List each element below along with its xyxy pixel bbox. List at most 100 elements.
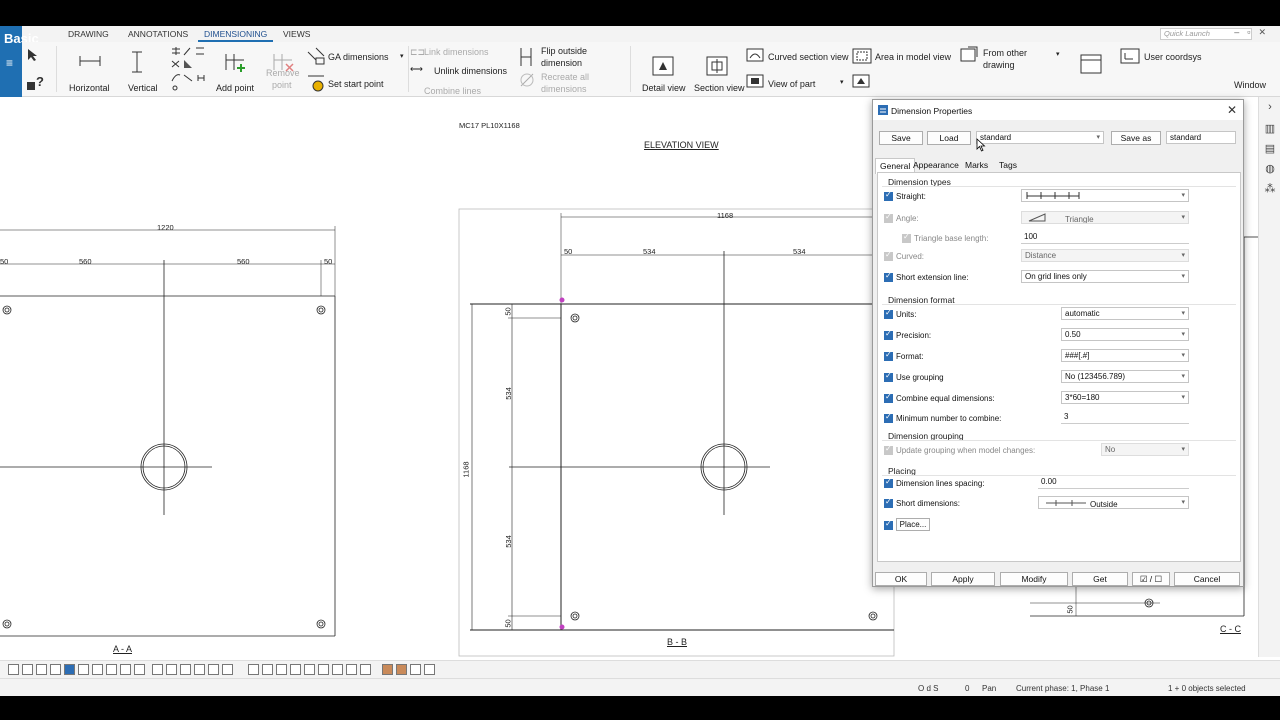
- snap-tool-icon[interactable]: [208, 664, 219, 675]
- ok-button[interactable]: OK: [875, 572, 927, 586]
- vertical-dimension-icon[interactable]: [130, 50, 144, 74]
- update-grouping-checkbox[interactable]: [884, 444, 893, 455]
- add-point-button[interactable]: Add point: [216, 83, 254, 93]
- tab-drawing[interactable]: DRAWING: [68, 29, 109, 39]
- unlink-dimensions-icon[interactable]: ⟷: [410, 64, 423, 75]
- short-dimensions-select[interactable]: Outside ▾: [1038, 496, 1189, 509]
- rectangle-tool-icon[interactable]: [78, 664, 89, 675]
- view-cc-label[interactable]: C - C: [1220, 624, 1241, 634]
- pan-tool-icon[interactable]: [194, 664, 205, 675]
- help-icon[interactable]: ?: [26, 74, 46, 92]
- triangle-base-checkbox[interactable]: [902, 232, 911, 243]
- aa-dim-b[interactable]: 560: [237, 257, 250, 266]
- section-view-icon[interactable]: [706, 56, 728, 76]
- detail-view-icon[interactable]: [652, 56, 674, 76]
- unlink-dimensions-button[interactable]: Unlink dimensions: [434, 66, 507, 76]
- modify-button[interactable]: Modify: [1000, 572, 1068, 586]
- building-icon[interactable]: ▥: [1264, 123, 1276, 135]
- bb-vert-b-dim[interactable]: 534: [504, 535, 513, 548]
- tab-dimensioning[interactable]: DIMENSIONING: [197, 29, 274, 42]
- snap-box-icon[interactable]: [248, 664, 259, 675]
- set-start-point-icon[interactable]: [306, 72, 326, 92]
- place-checkbox[interactable]: [884, 519, 893, 530]
- line-tool-icon[interactable]: [22, 664, 33, 675]
- flip-outside-label-2[interactable]: dimension: [541, 58, 582, 68]
- ga-dimensions-button[interactable]: GA dimensions: [328, 52, 389, 62]
- grid-tool-icon[interactable]: [152, 664, 163, 675]
- user-coordsys-icon[interactable]: [1120, 48, 1140, 64]
- aa-overall-dim[interactable]: 1220: [157, 223, 174, 232]
- curved-checkbox[interactable]: [884, 250, 893, 261]
- min-combine-checkbox[interactable]: [884, 412, 893, 423]
- curved-section-view-icon[interactable]: [746, 48, 764, 62]
- app-brand[interactable]: Basic ≡: [0, 26, 39, 97]
- vertical-button[interactable]: Vertical: [128, 83, 158, 93]
- straight-checkbox[interactable]: [884, 190, 893, 201]
- window-button[interactable]: Window: [1234, 80, 1266, 90]
- load-button[interactable]: Load: [927, 131, 971, 145]
- combine-equal-select[interactable]: 3*60=180 ▾: [1061, 391, 1189, 404]
- dialog-titlebar[interactable]: Dimension Properties ✕: [873, 100, 1243, 120]
- format-select[interactable]: ###[.#] ▾: [1061, 349, 1189, 362]
- bb-vert-total-dim[interactable]: 1168: [462, 461, 471, 477]
- aa-dim-a[interactable]: 560: [79, 257, 92, 266]
- view-of-part-button[interactable]: View of part: [768, 79, 815, 89]
- tab-tags[interactable]: Tags: [999, 160, 1017, 170]
- properties-icon[interactable]: ▤: [1264, 143, 1276, 155]
- snap-color-icon[interactable]: [382, 664, 393, 675]
- horizontal-dimension-icon[interactable]: [78, 54, 102, 68]
- precision-checkbox[interactable]: [884, 329, 893, 340]
- precision-select[interactable]: 0.50 ▾: [1061, 328, 1189, 341]
- use-grouping-checkbox[interactable]: [884, 371, 893, 382]
- bb-dim-left[interactable]: 50: [564, 247, 572, 256]
- tab-marks[interactable]: Marks: [965, 160, 988, 170]
- save-button[interactable]: Save: [879, 131, 923, 145]
- bb-overall-dim[interactable]: 1168: [717, 211, 733, 220]
- dimension-tools-grid-icon[interactable]: [170, 45, 210, 91]
- flip-outside-icon[interactable]: [518, 46, 534, 68]
- units-select[interactable]: automatic ▾: [1061, 307, 1189, 320]
- cancel-button[interactable]: Cancel: [1174, 572, 1240, 586]
- table-tool-icon[interactable]: [166, 664, 177, 675]
- zoom-tool-icon[interactable]: [180, 664, 191, 675]
- aa-dim-left[interactable]: 50: [0, 257, 8, 266]
- curved-section-view-button[interactable]: Curved section view: [768, 52, 849, 62]
- place-button[interactable]: Place...: [896, 518, 930, 531]
- flip-outside-label-1[interactable]: Flip outside: [541, 46, 587, 56]
- menu-icon[interactable]: ≡: [6, 56, 13, 70]
- format-checkbox[interactable]: [884, 350, 893, 361]
- view-aa-label[interactable]: A - A: [113, 644, 132, 654]
- add-point-icon[interactable]: [224, 50, 248, 74]
- elevation-view-title[interactable]: ELEVATION VIEW: [644, 140, 719, 150]
- user-coordsys-button[interactable]: User coordsys: [1144, 52, 1202, 62]
- from-other-drawing-label-2[interactable]: drawing: [983, 60, 1015, 70]
- select-arrow-icon[interactable]: [26, 48, 40, 62]
- angle-checkbox[interactable]: [884, 212, 893, 223]
- status-phase[interactable]: Current phase: 1, Phase 1: [1016, 684, 1109, 693]
- lines-spacing-input[interactable]: 0.00: [1038, 476, 1189, 489]
- preset-select[interactable]: standard ▾: [976, 131, 1104, 144]
- eye-icon[interactable]: [222, 664, 233, 675]
- toggle-all-button[interactable]: ☑ / ☐: [1132, 572, 1170, 586]
- bb-vert-a-dim[interactable]: 534: [504, 387, 513, 400]
- straight-style-select[interactable]: ▾: [1021, 189, 1189, 202]
- snap-x-icon[interactable]: [318, 664, 329, 675]
- from-other-drawing-icon[interactable]: [960, 46, 978, 64]
- apply-button[interactable]: Apply: [931, 572, 995, 586]
- snap-square-icon[interactable]: [262, 664, 273, 675]
- window-view-icon[interactable]: [1080, 54, 1102, 74]
- detail-view-button[interactable]: Detail view: [642, 83, 686, 93]
- model-view-icon[interactable]: [852, 74, 870, 88]
- snap-triangle-icon[interactable]: [290, 664, 301, 675]
- snap-midpoint-icon[interactable]: [346, 664, 357, 675]
- bb-vert-top-dim[interactable]: 50: [504, 307, 513, 315]
- area-in-model-view-icon[interactable]: [852, 48, 872, 64]
- shapes-icon[interactable]: ⁂: [1264, 183, 1276, 195]
- area-in-model-view-button[interactable]: Area in model view: [875, 52, 951, 62]
- from-other-drawing-label-1[interactable]: From other: [983, 48, 1027, 58]
- aa-dim-c[interactable]: 50: [324, 257, 332, 266]
- text-tool-icon[interactable]: [36, 664, 47, 675]
- tab-views[interactable]: VIEWS: [283, 29, 310, 39]
- chevron-right-icon[interactable]: ›: [1264, 101, 1276, 113]
- combine-equal-checkbox[interactable]: [884, 392, 893, 403]
